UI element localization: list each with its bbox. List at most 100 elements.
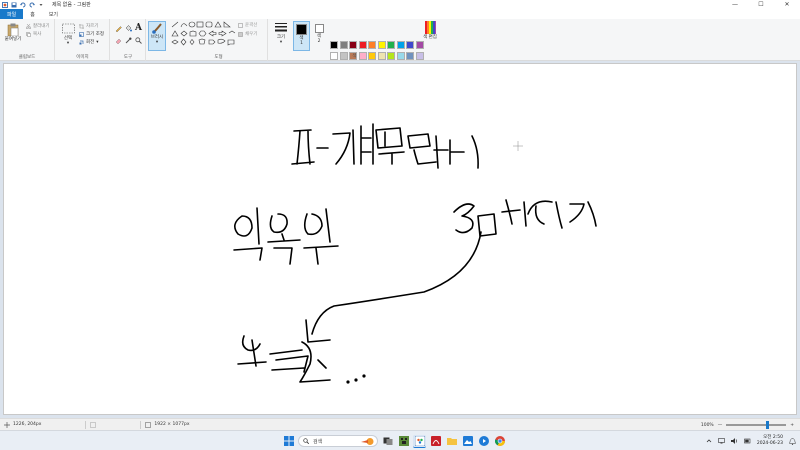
cut-label: 잘라내기 xyxy=(33,24,50,29)
search-highlight-icon xyxy=(361,438,374,445)
brushes-group: 브러시 ▾ xyxy=(147,19,169,61)
zoom-out-button[interactable]: — xyxy=(718,423,723,428)
shapes-group-label: 도형 xyxy=(214,55,223,60)
redo-icon[interactable] xyxy=(29,2,35,8)
colors-group-label: 색 xyxy=(352,54,357,59)
color2-swatch xyxy=(314,24,324,33)
magnifier-icon[interactable] xyxy=(135,37,142,44)
resize-button[interactable]: 크기 조정 xyxy=(79,31,104,37)
search-icon xyxy=(303,438,309,444)
crop-button[interactable]: 자르기 xyxy=(79,23,98,29)
taskbar-search[interactable]: 검색 xyxy=(298,435,378,447)
file-explorer-icon[interactable] xyxy=(445,435,458,448)
copy-button[interactable]: 복사 xyxy=(26,31,41,37)
edit-colors-button[interactable]: 색 편집 xyxy=(423,21,437,40)
palette-swatch[interactable] xyxy=(415,41,424,49)
resize-label: 크기 조정 xyxy=(86,32,104,37)
pencil-icon[interactable] xyxy=(115,25,122,32)
paste-button[interactable]: 붙여넣기 xyxy=(3,23,23,42)
size-button[interactable]: 크기 ▾ xyxy=(272,22,290,45)
crop-label: 자르기 xyxy=(86,24,99,29)
palette-swatch[interactable] xyxy=(406,41,414,49)
color-picker-icon[interactable] xyxy=(125,37,132,44)
cut-button[interactable]: 잘라내기 xyxy=(26,23,50,29)
cursor-position-text: 1226, 204px xyxy=(13,422,42,427)
fill-bucket-icon[interactable] xyxy=(125,25,132,32)
drawing-canvas[interactable] xyxy=(3,63,797,415)
edit-colors-label: 색 편집 xyxy=(423,35,437,40)
shape-fill-button[interactable]: 채우기 xyxy=(238,31,257,37)
brush-icon xyxy=(152,23,162,34)
canvas-size-text: 1922 × 1077px xyxy=(154,422,190,427)
crop-icon xyxy=(79,23,84,29)
palette-swatch[interactable] xyxy=(339,41,348,49)
selection-size-item xyxy=(86,419,100,431)
status-bar: 1226, 204px 1922 × 1077px 100% — + xyxy=(0,418,800,430)
volume-icon[interactable] xyxy=(730,438,738,444)
tools-group: A 도구 xyxy=(111,19,146,61)
palette-swatch[interactable] xyxy=(377,41,386,49)
shapes-gallery[interactable] xyxy=(171,21,237,47)
tab-view[interactable]: 보기 xyxy=(42,9,65,19)
palette-swatch[interactable] xyxy=(349,41,357,49)
tray-overflow-icon[interactable] xyxy=(706,438,712,444)
window-title: 제목 없음 - 그림판 xyxy=(52,2,91,8)
color1-button[interactable]: 색 1 xyxy=(293,21,310,51)
minecraft-icon[interactable] xyxy=(397,435,410,448)
task-view-icon[interactable] xyxy=(381,435,394,448)
customize-toolbar-icon[interactable] xyxy=(38,2,44,8)
select-icon xyxy=(61,23,75,34)
select-button[interactable]: 선택 ▾ xyxy=(58,23,78,46)
chrome-icon[interactable] xyxy=(493,435,506,448)
network-icon[interactable] xyxy=(718,438,725,444)
resize-icon xyxy=(79,31,84,37)
save-icon[interactable] xyxy=(11,2,17,8)
rotate-button[interactable]: 회전 ▾ xyxy=(79,39,99,45)
rotate-dropdown-icon: ▾ xyxy=(96,39,99,45)
shape-fill-label: 채우기 xyxy=(245,32,258,37)
palette-swatch[interactable] xyxy=(330,41,338,49)
zoom-slider-thumb[interactable] xyxy=(766,421,770,429)
palette-swatch[interactable] xyxy=(358,41,367,49)
shapes-group: 윤곽선 채우기 도형 xyxy=(170,19,268,61)
line-size-icon xyxy=(275,23,287,32)
tab-file[interactable]: 파일 xyxy=(0,9,24,19)
start-icon[interactable] xyxy=(282,435,295,448)
zoom-slider[interactable] xyxy=(726,421,787,429)
palette-swatch[interactable] xyxy=(396,41,405,49)
search-placeholder: 검색 xyxy=(313,438,323,445)
color2-button[interactable]: 색 2 xyxy=(312,21,326,44)
shape-outline-button[interactable]: 윤곽선 xyxy=(238,22,257,28)
undo-icon[interactable] xyxy=(20,2,26,8)
shape-outline-label: 윤곽선 xyxy=(245,23,258,28)
copy-label: 복사 xyxy=(33,32,42,37)
select-dropdown-icon: ▾ xyxy=(66,41,70,46)
brushes-button[interactable]: 브러시 ▾ xyxy=(148,21,166,51)
photos-icon[interactable] xyxy=(461,435,474,448)
maximize-button[interactable]: ☐ xyxy=(748,0,774,9)
clipboard-group: 붙여넣기 잘라내기 복사 클립보드 xyxy=(0,19,55,61)
tab-home[interactable]: 홈 xyxy=(23,9,42,19)
selection-size-icon xyxy=(90,421,97,428)
quick-access-toolbar xyxy=(0,1,44,8)
close-button[interactable]: ✕ xyxy=(774,0,800,9)
ribbon-tabs: 파일 홈 보기 xyxy=(0,9,800,19)
cursor-position-item: 1226, 204px xyxy=(0,419,45,431)
pdf-reader-icon[interactable] xyxy=(429,435,442,448)
palette-swatch[interactable] xyxy=(387,41,395,49)
zoom-in-button[interactable]: + xyxy=(790,423,794,428)
paint-taskbar-icon[interactable] xyxy=(413,434,426,448)
media-player-icon[interactable] xyxy=(477,435,490,448)
canvas-size-icon xyxy=(145,421,152,428)
ribbon: 붙여넣기 잘라내기 복사 클립보드 선택 ▾ 자르기 크기 조정 회전 ▾ 이미… xyxy=(0,19,800,70)
copy-icon xyxy=(26,31,31,37)
clock[interactable]: 오전 2:50 2024-06-23 xyxy=(757,435,783,447)
battery-icon[interactable] xyxy=(744,438,751,444)
notification-bell-icon[interactable] xyxy=(789,437,796,445)
color2-number: 2 xyxy=(317,39,321,44)
palette-swatch[interactable] xyxy=(368,41,376,49)
minimize-button[interactable]: — xyxy=(722,0,748,9)
crosshair-cursor xyxy=(513,141,523,151)
text-tool-icon[interactable]: A xyxy=(135,23,142,33)
eraser-icon[interactable] xyxy=(115,37,122,44)
